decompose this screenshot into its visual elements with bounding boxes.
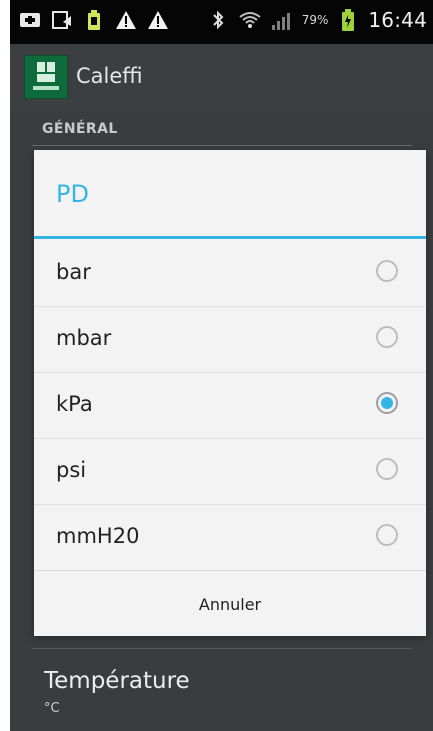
status-left-icons: [18, 8, 170, 32]
action-bar: Caleffi: [10, 44, 433, 112]
radio-button-selected[interactable]: [376, 392, 398, 414]
option-bar[interactable]: bar: [34, 240, 426, 306]
radio-button[interactable]: [376, 260, 398, 282]
status-time: 16:44: [368, 8, 427, 32]
setting-item-title: Température: [44, 668, 190, 694]
option-mmh20[interactable]: mmH20: [34, 504, 426, 570]
setting-item-subtitle: °C: [44, 701, 60, 716]
battery-icon: [336, 8, 360, 32]
warning-icon: [146, 8, 170, 32]
dialog-button-bar: Annuler: [34, 570, 426, 637]
radio-button[interactable]: [376, 458, 398, 480]
radio-button[interactable]: [376, 524, 398, 546]
bluetooth-icon: [206, 8, 230, 32]
app-title: Caleffi: [76, 64, 143, 88]
section-divider: [32, 145, 412, 146]
radio-button[interactable]: [376, 326, 398, 348]
signal-icon: [270, 8, 294, 32]
phone-screen: 79% 16:44 Caleffi GÉNÉRAL Température °C…: [10, 0, 433, 731]
option-kpa[interactable]: kPa: [34, 372, 426, 438]
title-divider: [34, 236, 426, 239]
section-header: GÉNÉRAL: [42, 121, 118, 137]
list-divider: [32, 648, 412, 649]
setting-item-temperature[interactable]: Température °C: [32, 668, 412, 731]
wifi-icon: [238, 8, 262, 32]
status-bar: 79% 16:44: [10, 0, 433, 44]
add-icon: [18, 8, 42, 32]
option-label: psi: [56, 458, 87, 482]
option-label: kPa: [56, 392, 93, 416]
option-label: bar: [56, 260, 91, 284]
caleffi-logo-icon[interactable]: [24, 55, 68, 99]
cancel-button[interactable]: Annuler: [34, 571, 426, 637]
option-label: mbar: [56, 326, 112, 350]
warning-icon: [114, 8, 138, 32]
option-mbar[interactable]: mbar: [34, 306, 426, 372]
battery-saver-icon: [82, 8, 106, 32]
status-right-icons: 79% 16:44: [206, 8, 427, 32]
battery-percent: 79%: [301, 13, 329, 27]
dialog-title: PD: [56, 180, 89, 208]
option-label: mmH20: [56, 524, 140, 548]
cast-icon: [50, 8, 74, 32]
unit-select-dialog: PD bar mbar kPa psi mmH20 Annuler: [34, 150, 426, 636]
option-psi[interactable]: psi: [34, 438, 426, 504]
